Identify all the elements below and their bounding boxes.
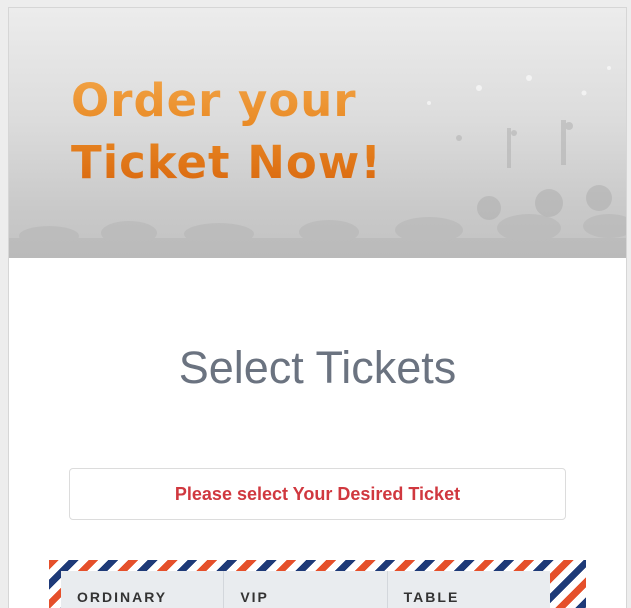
hero-title-line1: Order your <box>71 74 357 127</box>
ticket-notice-text: Please select Your Desired Ticket <box>174 483 461 504</box>
ticket-option-vip-label: VIP <box>240 589 269 605</box>
hero-title: Order your Ticket Now! <box>71 70 382 194</box>
ticket-option-ordinary[interactable]: ORDINARY <box>61 571 225 608</box>
hero-title-line2: Ticket Now! <box>71 136 382 189</box>
ticket-notice: Please select Your Desired Ticket <box>69 468 566 520</box>
ticket-options-table: ORDINARY VIP TABLE <box>61 571 550 608</box>
ticket-options-frame: ORDINARY VIP TABLE <box>49 560 586 608</box>
ticket-option-ordinary-label: ORDINARY <box>77 589 168 605</box>
page-title: Select Tickets <box>178 342 457 393</box>
ticket-option-vip[interactable]: VIP <box>224 571 388 608</box>
ticket-option-table[interactable]: TABLE <box>388 571 550 608</box>
hero-banner: Order your Ticket Now! <box>9 8 626 258</box>
ticket-card: Order your Ticket Now! Select Tickets Pl… <box>8 7 627 608</box>
ticket-option-table-label: TABLE <box>403 589 460 605</box>
